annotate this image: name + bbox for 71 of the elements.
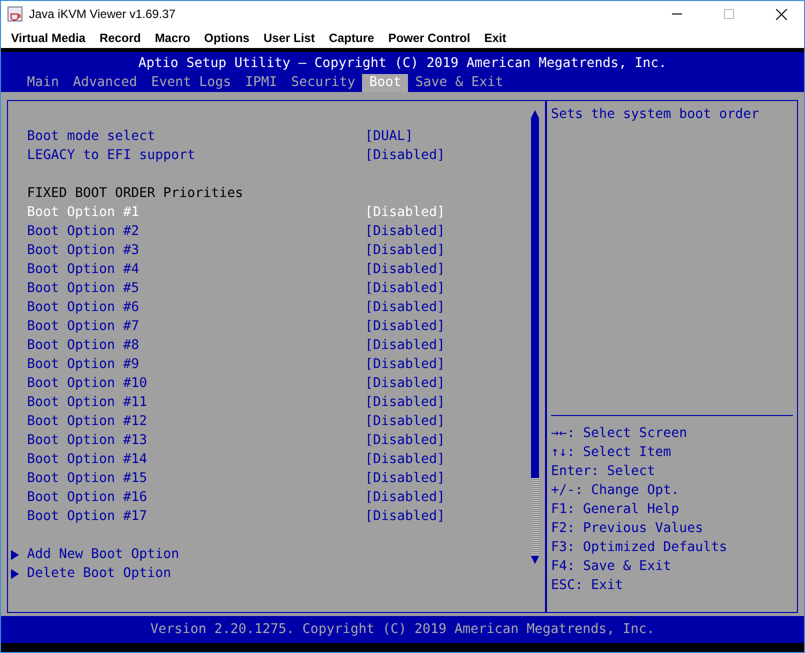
key-hint: ↑↓: Select Item (551, 444, 672, 462)
setting-value[interactable]: [Disabled] (365, 319, 446, 334)
bios-tab[interactable]: IPMI (238, 74, 284, 92)
menu-item[interactable]: User List (256, 27, 322, 48)
setting-label[interactable]: Boot Option #8 (27, 338, 365, 353)
submenu-item[interactable]: Delete Boot Option (27, 566, 172, 581)
setting-value[interactable]: [Disabled] (365, 243, 446, 258)
setting-label[interactable]: Boot Option #9 (27, 357, 365, 372)
menu-item[interactable]: Record (92, 27, 148, 48)
key-hint: →←: Select Screen (551, 425, 688, 443)
bios-tab[interactable]: Advanced (66, 74, 144, 92)
close-icon (776, 8, 786, 20)
setting-label[interactable]: Boot Option #4 (27, 262, 365, 277)
setting-value[interactable]: [Disabled] (365, 300, 446, 315)
menu-item[interactable]: Power Control (381, 27, 478, 48)
key-hint: ESC: Exit (551, 577, 624, 595)
setting-label[interactable]: Boot Option #14 (27, 452, 365, 467)
key-hint: Enter: Select (551, 463, 656, 481)
setting-value[interactable]: [Disabled] (365, 433, 446, 448)
setting-value[interactable]: [Disabled] (365, 395, 446, 410)
setting-label[interactable]: Boot Option #15 (27, 471, 365, 486)
setting-value[interactable]: [Disabled] (365, 338, 446, 353)
setting-value[interactable]: [Disabled] (365, 490, 446, 505)
setting-value[interactable]: [Disabled] (365, 452, 446, 467)
setting-value[interactable]: [DUAL] (365, 129, 414, 144)
menu-item[interactable]: Capture (322, 27, 382, 48)
setting-label[interactable]: Boot Option #11 (27, 395, 365, 410)
menu-item[interactable]: Exit (477, 27, 514, 48)
setting-value[interactable]: [Disabled] (365, 224, 446, 239)
key-hint: F1: General Help (551, 501, 680, 519)
setting-value[interactable]: [Disabled] (365, 471, 446, 486)
bios-footer: Version 2.20.1275. Copyright (C) 2019 American Megatrends, Inc. (1, 616, 804, 643)
menu-item[interactable]: Macro (148, 27, 198, 48)
setting-label[interactable]: Boot Option #1 (27, 205, 365, 220)
bios-tab[interactable]: Main (20, 74, 66, 92)
key-hint: F3: Optimized Defaults (551, 539, 728, 557)
menu-item[interactable]: Virtual Media (4, 27, 92, 48)
bios-tab[interactable]: Save & Exit (408, 74, 510, 92)
setting-value[interactable]: [Disabled] (365, 414, 446, 429)
setting-label[interactable]: Boot Option #2 (27, 224, 365, 239)
setting-value[interactable]: [Disabled] (365, 376, 446, 391)
setting-label[interactable]: Boot mode select (27, 129, 365, 144)
help-text: Sets the system boot order (551, 107, 760, 124)
setting-value[interactable]: [Disabled] (365, 205, 446, 220)
key-hint: F4: Save & Exit (551, 558, 672, 576)
menu-item[interactable]: Options (197, 27, 256, 48)
setting-value[interactable]: [Disabled] (365, 357, 446, 372)
bios-tab[interactable]: Event Logs (144, 74, 238, 92)
window-title: Java iKVM Viewer v1.69.37 (29, 7, 177, 21)
bios-tab[interactable]: Security (284, 74, 362, 92)
setting-value[interactable]: [Disabled] (365, 509, 446, 524)
setting-label[interactable]: Boot Option #12 (27, 414, 365, 429)
setting-label[interactable]: Boot Option #7 (27, 319, 365, 334)
setting-value[interactable]: [Disabled] (365, 281, 446, 296)
setting-label[interactable]: LEGACY to EFI support (27, 148, 365, 163)
setting-label[interactable]: Boot Option #17 (27, 509, 365, 524)
setting-label[interactable]: Boot Option #5 (27, 281, 365, 296)
setting-label[interactable]: Boot Option #16 (27, 490, 365, 505)
section-heading: FIXED BOOT ORDER Priorities (27, 186, 244, 201)
setting-label[interactable]: Boot Option #13 (27, 433, 365, 448)
setting-value[interactable]: [Disabled] (365, 148, 446, 163)
key-hint: F2: Previous Values (551, 520, 704, 538)
setting-label[interactable]: Boot Option #10 (27, 376, 365, 391)
setting-label[interactable]: Boot Option #3 (27, 243, 365, 258)
submenu-item[interactable]: Add New Boot Option (27, 547, 180, 562)
setting-value[interactable]: [Disabled] (365, 262, 446, 277)
maximize-icon (724, 9, 734, 19)
bios-title: Aptio Setup Utility – Copyright (C) 2019 American Megatrends, Inc. (137, 55, 668, 73)
java-cup-icon (7, 6, 23, 22)
setting-label[interactable]: Boot Option #6 (27, 300, 365, 315)
key-hint: +/-: Change Opt. (551, 482, 680, 500)
